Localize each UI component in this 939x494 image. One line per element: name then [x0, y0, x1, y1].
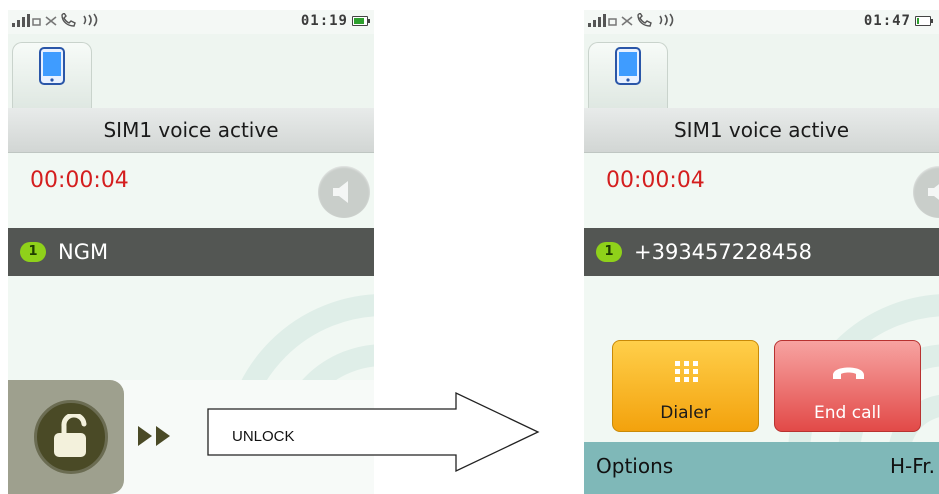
keypad-icon — [675, 361, 698, 382]
audio-waves-icon — [83, 13, 98, 27]
end-call-label: End call — [814, 403, 881, 423]
caller-number: +393457228458 — [634, 240, 812, 264]
padlock-open-icon — [54, 414, 87, 457]
tab-call[interactable] — [588, 42, 668, 108]
hang-up-icon — [833, 367, 864, 379]
dialer-button[interactable]: Dialer — [612, 340, 759, 432]
caller-row: 1 +393457228458 — [584, 228, 939, 276]
tab-strip — [8, 34, 374, 108]
call-active-icon — [61, 13, 76, 27]
call-header: SIM1 voice active — [8, 108, 374, 153]
mobile-phone-icon — [39, 47, 65, 85]
lock-knob — [34, 400, 108, 474]
dialer-label: Dialer — [660, 403, 711, 423]
speaker-button[interactable] — [318, 166, 370, 218]
status-icons — [588, 13, 675, 27]
no-sim-icon — [621, 16, 633, 26]
no-sim-icon — [45, 16, 57, 26]
call-timer: 00:00:04 — [606, 168, 705, 193]
sim-badge: 1 — [20, 242, 46, 262]
sim-badge: 1 — [596, 242, 622, 262]
caller-row: 1 NGM — [8, 228, 374, 276]
speaker-icon — [333, 181, 348, 203]
slide-arrows-icon — [138, 426, 170, 446]
options-softkey[interactable]: Options — [596, 454, 673, 478]
speaker-button[interactable] — [913, 166, 939, 218]
status-bar: 01:47 — [584, 10, 939, 34]
page: 01:19 SIM1 voice active 00:00:04 1 NGM U… — [0, 0, 939, 494]
status-icons — [12, 13, 99, 27]
unlock-slider-handle[interactable] — [8, 380, 124, 494]
status-time: 01:47 — [863, 13, 911, 29]
audio-waves-icon — [659, 13, 674, 27]
mobile-phone-icon — [615, 47, 641, 85]
speaker-icon — [928, 184, 939, 200]
tab-strip — [584, 34, 939, 108]
hands-free-softkey[interactable]: H-Fr. — [890, 454, 935, 478]
status-bar: 01:19 — [8, 10, 374, 34]
battery-icon — [352, 16, 370, 26]
signal-strength-icon — [12, 14, 41, 27]
caller-name: NGM — [58, 240, 109, 264]
battery-icon — [915, 16, 933, 26]
tab-call[interactable] — [12, 42, 92, 108]
end-call-button[interactable]: End call — [774, 340, 921, 432]
right-phone-screen: 01:47 SIM1 voice active 00:00:04 1 +3934… — [584, 10, 939, 494]
unlock-label: UNLOCK — [232, 428, 295, 445]
call-timer: 00:00:04 — [30, 168, 129, 193]
call-active-icon — [637, 13, 652, 27]
signal-strength-icon — [588, 14, 617, 27]
status-time: 01:19 — [300, 13, 348, 29]
softkey-bar: Options H-Fr. — [584, 442, 939, 494]
call-header: SIM1 voice active — [584, 108, 939, 153]
